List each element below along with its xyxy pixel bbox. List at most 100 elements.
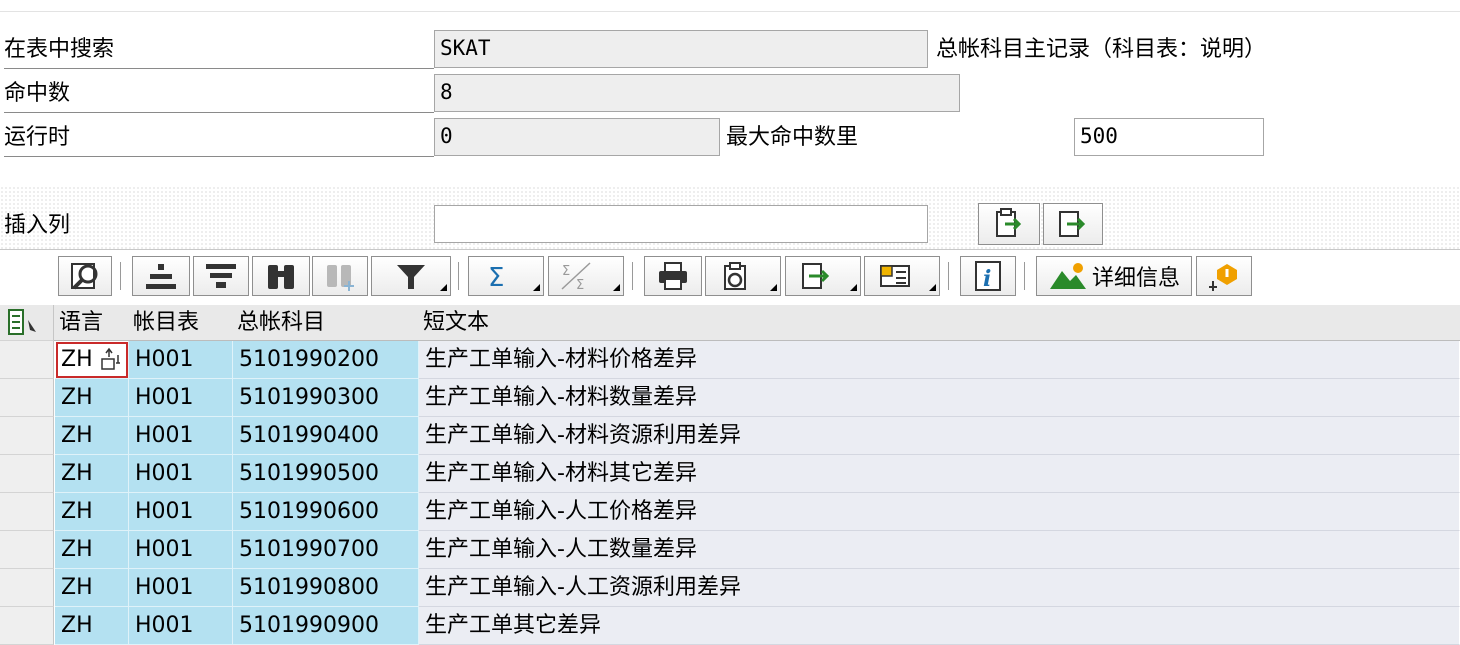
toolbar-separator: [458, 262, 459, 290]
magnify-details-icon: [71, 263, 98, 290]
column-header-chart-of-accounts[interactable]: 帐目表: [129, 305, 233, 341]
column-header-short-text[interactable]: 短文本: [419, 305, 1019, 341]
svg-text:i: i: [983, 266, 991, 292]
top-divider: [0, 11, 1460, 12]
section-divider: [0, 249, 1460, 250]
cell-short-text[interactable]: 生产工单输入-人工数量差异: [419, 531, 1460, 569]
insert-column-button[interactable]: [978, 203, 1040, 245]
cell-short-text[interactable]: 生产工单输入-材料数量差异: [419, 379, 1460, 417]
sort-ascending-button[interactable]: [132, 256, 190, 296]
cell-short-text[interactable]: 生产工单输入-材料其它差异: [419, 455, 1460, 493]
value-help-icon[interactable]: [98, 347, 124, 373]
column-header-language[interactable]: 语言: [55, 305, 129, 341]
cell-language[interactable]: ZH: [55, 569, 129, 607]
toolbar-separator: [632, 262, 633, 290]
runtime-field[interactable]: 0: [434, 118, 720, 156]
svg-text:Σ: Σ: [576, 278, 584, 291]
cell-gl-account[interactable]: 5101990600: [233, 493, 419, 531]
find-button[interactable]: [252, 256, 310, 296]
cell-gl-account[interactable]: 5101990700: [233, 531, 419, 569]
sort-desc-icon: [206, 264, 236, 288]
insert-column-icon: [996, 208, 1022, 237]
layout-icon: [880, 265, 910, 287]
cell-short-text[interactable]: 生产工单输入-人工价格差异: [419, 493, 1460, 531]
layout-button[interactable]: [864, 256, 940, 296]
help-button[interactable]: [1196, 256, 1252, 296]
cell-language[interactable]: ZH: [55, 341, 129, 379]
cell-language[interactable]: ZH: [55, 455, 129, 493]
filter-button[interactable]: [371, 256, 451, 296]
row-selector[interactable]: [0, 379, 54, 417]
cell-chart-of-accounts[interactable]: H001: [129, 417, 233, 455]
cell-language[interactable]: ZH: [55, 607, 129, 645]
svg-text:Σ: Σ: [562, 264, 570, 279]
row-selector[interactable]: [0, 417, 54, 455]
cell-chart-of-accounts[interactable]: H001: [129, 379, 233, 417]
cell-language[interactable]: ZH: [55, 379, 129, 417]
search-table-field[interactable]: SKAT: [434, 30, 928, 68]
details-button[interactable]: 详细信息: [1036, 256, 1192, 296]
info-icon: i: [975, 261, 1001, 292]
cell-chart-of-accounts[interactable]: H001: [129, 531, 233, 569]
column-selection-icon: [8, 309, 36, 335]
row-selector[interactable]: [0, 455, 54, 493]
cell-gl-account[interactable]: 5101990800: [233, 569, 419, 607]
cell-chart-of-accounts[interactable]: H001: [129, 341, 233, 379]
toolbar-separator: [948, 262, 949, 290]
sort-descending-button[interactable]: [193, 256, 249, 296]
subtotal-button: ΣΣ: [548, 256, 624, 296]
filter-icon: [397, 265, 425, 289]
hits-label: 命中数: [4, 81, 434, 113]
cell-language-value: ZH: [61, 347, 93, 372]
cell-gl-account[interactable]: 5101990500: [233, 455, 419, 493]
details-view-button[interactable]: [58, 256, 112, 296]
select-all-cell[interactable]: [0, 305, 54, 341]
cell-gl-account[interactable]: 5101990400: [233, 417, 419, 455]
cell-chart-of-accounts[interactable]: H001: [129, 607, 233, 645]
details-label: 详细信息: [1091, 266, 1180, 291]
cell-chart-of-accounts[interactable]: H001: [129, 569, 233, 607]
insert-column-field[interactable]: [434, 205, 928, 243]
cell-chart-of-accounts[interactable]: H001: [129, 455, 233, 493]
printer-icon: [659, 262, 687, 290]
mountain-icon: [1049, 263, 1086, 289]
help-icon: [1209, 264, 1237, 291]
cell-language[interactable]: ZH: [55, 417, 129, 455]
info-button[interactable]: i: [960, 256, 1016, 296]
binoculars-plus-icon: [327, 265, 354, 291]
cell-gl-account[interactable]: 5101990200: [233, 341, 419, 379]
row-selector[interactable]: [0, 493, 54, 531]
views-button[interactable]: [705, 256, 781, 296]
toolbar-separator: [120, 262, 121, 290]
sort-icon: [146, 264, 176, 289]
search-table-label: 在表中搜索: [4, 37, 434, 69]
cell-gl-account[interactable]: 5101990900: [233, 607, 419, 645]
insert-column-label: 插入列: [4, 213, 71, 238]
column-header-gl-account[interactable]: 总帐科目: [233, 305, 419, 341]
cell-chart-of-accounts[interactable]: H001: [129, 493, 233, 531]
cell-short-text[interactable]: 生产工单其它差异: [419, 607, 1460, 645]
cell-short-text[interactable]: 生产工单输入-材料价格差异: [419, 341, 1460, 379]
binoculars-icon: [268, 265, 294, 289]
print-button[interactable]: [644, 256, 702, 296]
runtime-label: 运行时: [4, 125, 434, 157]
svg-text:Σ: Σ: [488, 263, 504, 291]
hits-field[interactable]: 8: [434, 74, 960, 112]
max-hits-field[interactable]: 500: [1074, 118, 1264, 156]
row-selector[interactable]: [0, 531, 54, 569]
sum-button[interactable]: Σ: [468, 256, 544, 296]
row-selector[interactable]: [0, 341, 54, 379]
search-table-description: 总帐科目主记录（科目表：说明）: [936, 37, 1267, 62]
cell-short-text[interactable]: 生产工单输入-材料资源利用差异: [419, 417, 1460, 455]
row-selector[interactable]: [0, 569, 54, 607]
toolbar-separator: [1024, 262, 1025, 290]
cell-short-text[interactable]: 生产工单输入-人工资源利用差异: [419, 569, 1460, 607]
cell-language[interactable]: ZH: [55, 493, 129, 531]
find-next-button: [312, 256, 368, 296]
cell-language[interactable]: ZH: [55, 531, 129, 569]
cell-gl-account[interactable]: 5101990300: [233, 379, 419, 417]
export-button[interactable]: [785, 256, 861, 296]
insert-column-all-button[interactable]: [1043, 203, 1103, 245]
export-icon: [802, 263, 830, 289]
row-selector[interactable]: [0, 607, 54, 645]
